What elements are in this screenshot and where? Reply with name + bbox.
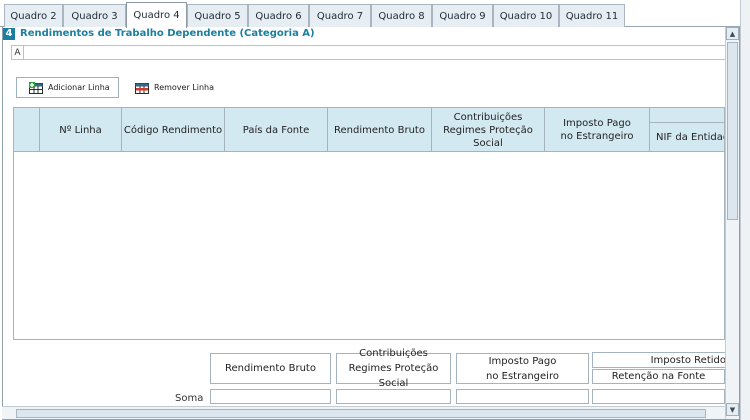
scroll-up-icon[interactable]: ▲ bbox=[726, 27, 739, 40]
tab-quadro-5[interactable]: Quadro 5 bbox=[187, 4, 248, 27]
tab-quadro-4[interactable]: Quadro 4 bbox=[126, 2, 187, 28]
section-title: Rendimentos de Trabalho Dependente (Cate… bbox=[20, 28, 315, 39]
remove-row-icon bbox=[135, 82, 149, 94]
horizontal-scroll-thumb[interactable] bbox=[16, 409, 706, 418]
tab-quadro-11[interactable]: Quadro 11 bbox=[559, 4, 625, 27]
tab-quadro-6[interactable]: Quadro 6 bbox=[248, 4, 309, 27]
tab-bar: Quadro 2 Quadro 3 Quadro 4 Quadro 5 Quad… bbox=[0, 0, 750, 28]
total-withholding-source-label: Retenção na Fonte bbox=[592, 369, 725, 384]
add-row-label: Adicionar Linha bbox=[48, 83, 110, 92]
header-source-country: País da Fonte bbox=[225, 108, 328, 152]
scroll-down-icon[interactable]: ▼ bbox=[726, 403, 739, 416]
section-number: 4 bbox=[3, 27, 15, 40]
tab-quadro-10[interactable]: Quadro 10 bbox=[493, 4, 559, 27]
add-row-button[interactable]: Adicionar Linha bbox=[16, 77, 119, 98]
remove-row-label: Remover Linha bbox=[154, 83, 215, 92]
tab-quadro-8[interactable]: Quadro 8 bbox=[371, 4, 432, 27]
table-header: Nº Linha Código Rendimento País da Fonte… bbox=[14, 108, 724, 152]
income-table: Nº Linha Código Rendimento País da Fonte… bbox=[13, 107, 725, 340]
sum-gross-income-field[interactable] bbox=[210, 389, 331, 404]
header-income-code: Código Rendimento bbox=[122, 108, 225, 152]
sum-tax-paid-abroad-field[interactable] bbox=[456, 389, 589, 404]
panel-vertical-scrollbar[interactable]: ▲ ▼ bbox=[725, 27, 739, 419]
header-withholding-entity-nif: NIF da Entidade Retentora bbox=[656, 132, 724, 143]
sum-social-contributions-field[interactable] bbox=[336, 389, 451, 404]
tab-quadro-3[interactable]: Quadro 3 bbox=[63, 4, 126, 27]
table-body[interactable] bbox=[14, 152, 724, 340]
header-gross-income: Rendimento Bruto bbox=[328, 108, 432, 152]
tab-quadro-9[interactable]: Quadro 9 bbox=[432, 4, 493, 27]
scroll-thumb[interactable] bbox=[727, 42, 738, 220]
tab-quadro-2[interactable]: Quadro 2 bbox=[4, 4, 63, 27]
total-tax-paid-abroad-label: Imposto Pago no Estrangeiro bbox=[456, 353, 589, 384]
window-scrollbar[interactable] bbox=[740, 0, 750, 420]
total-gross-income-label: Rendimento Bruto bbox=[210, 353, 331, 384]
sum-withholding-field[interactable] bbox=[592, 389, 725, 404]
panel-horizontal-scrollbar[interactable] bbox=[2, 406, 725, 419]
tab-quadro-7[interactable]: Quadro 7 bbox=[309, 4, 371, 27]
header-social-contributions: Contribuições Regimes Proteção Social bbox=[432, 108, 545, 152]
header-line-number: Nº Linha bbox=[40, 108, 122, 152]
add-row-icon bbox=[29, 82, 43, 94]
sum-label: Soma bbox=[175, 393, 204, 404]
anexo-a-field[interactable]: A bbox=[11, 45, 727, 60]
table-bottom-border bbox=[13, 339, 727, 340]
total-social-contributions-label: Contribuições Regimes Proteção Social bbox=[336, 348, 451, 389]
header-tax-paid-abroad: Imposto Pago no Estrangeiro bbox=[545, 108, 650, 152]
anexo-a-label: A bbox=[12, 46, 24, 59]
remove-row-button[interactable]: Remover Linha bbox=[123, 77, 223, 98]
header-group-top bbox=[650, 108, 724, 123]
total-tax-withheld-label: Imposto Retido bbox=[592, 352, 727, 368]
quadro-4-panel: 4 Rendimentos de Trabalho Dependente (Ca… bbox=[2, 27, 740, 420]
section-header: 4 Rendimentos de Trabalho Dependente (Ca… bbox=[3, 27, 727, 40]
row-selector-header bbox=[14, 108, 40, 152]
